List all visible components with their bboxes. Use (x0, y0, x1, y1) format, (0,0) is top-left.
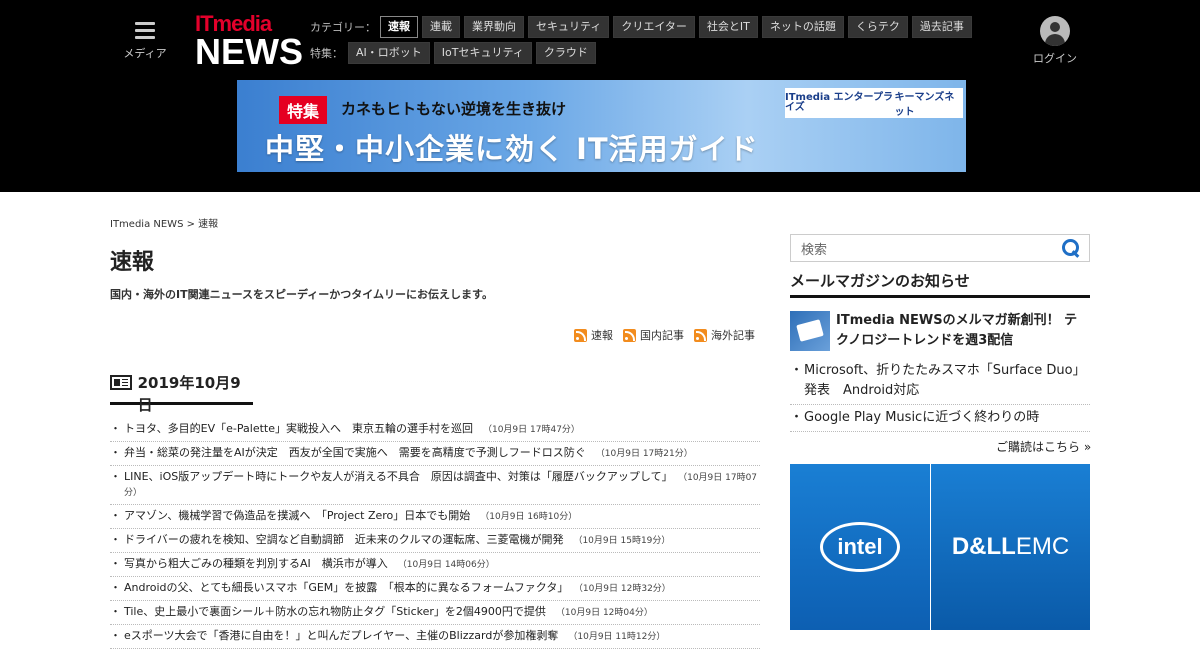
rss-feed-label: 海外記事 (711, 329, 755, 342)
list-item[interactable]: Tile、史上最小で裏面シール＋防水の忘れ物防止タグ「Sticker」を2個49… (110, 601, 760, 625)
list-item[interactable]: eスポーツ大会で「香港に自由を！」と叫んだプレイヤー、主催のBlizzardが参… (110, 625, 760, 649)
hamburger-icon (135, 22, 155, 39)
nav-category-kuratech[interactable]: くらテク (847, 16, 908, 38)
nav-category-sokuho[interactable]: 速報 (380, 16, 418, 38)
news-time: （10月9日 14時06分） (397, 560, 495, 570)
search-box[interactable]: 検索 (790, 234, 1090, 262)
nav-feature-iot[interactable]: IoTセキュリティ (433, 42, 532, 64)
intel-logo-text: intel (820, 522, 900, 572)
news-title[interactable]: 弁当・総菜の発注量をAIが決定 西友が全国で実施へ 需要を高精度で予測しフードロ… (124, 446, 586, 459)
nav-category-security[interactable]: セキュリティ (528, 16, 610, 38)
rss-feed-overseas[interactable]: 海外記事 (694, 327, 755, 343)
nav-feature-cloud[interactable]: クラウド (535, 42, 596, 64)
category-nav: カテゴリー： 速報 連載 業界動向 セキュリティ クリエイター 社会とIT ネッ… (310, 16, 976, 38)
user-icon (1040, 16, 1070, 46)
nav-category-net[interactable]: ネットの話題 (761, 16, 844, 38)
news-time: （10月9日 12時04分） (555, 608, 653, 618)
sidebar-ad[interactable]: intel D&LL EMC (790, 464, 1090, 630)
emc-logo-text: EMC (1015, 533, 1070, 560)
sponsor-keymans: キーマンズネット (894, 92, 955, 118)
search-icon[interactable] (1061, 238, 1081, 258)
list-item[interactable]: Google Play Musicに近づく終わりの時 (790, 405, 1090, 432)
media-menu-button[interactable]: メディア (120, 22, 170, 61)
list-item[interactable]: ドライバーの疲れを検知、空調など自動調節 近未来のクルマの運転席、三菱電機が開発… (110, 529, 760, 553)
news-time: （10月9日 15時19分） (573, 536, 671, 546)
list-item[interactable]: Microsoft、折りたたみスマホ「Surface Duo」発表 Androi… (790, 358, 1090, 405)
news-time: （10月9日 16時10分） (480, 512, 578, 522)
page-lead: 国内・海外のIT関連ニュースをスピーディーかつタイムリーにお伝えします。 (110, 288, 493, 301)
news-title[interactable]: トヨタ、多目的EV「e-Palette」実戦投入へ 東京五輪の選手村を巡回 (124, 422, 473, 435)
banner-tag: 特集 (279, 96, 328, 124)
intel-logo: intel (790, 464, 931, 630)
breadcrumb[interactable]: ITmedia NEWS > 速報 (110, 215, 218, 230)
nav-category-industry[interactable]: 業界動向 (464, 16, 524, 38)
newspaper-icon (110, 375, 132, 390)
site-header: メディア ITmedia NEWS カテゴリー： 速報 連載 業界動向 セキュリ… (0, 0, 1200, 192)
news-title[interactable]: 写真から粗大ごみの種類を判別するAI 横浜市が導入 (124, 557, 388, 570)
page-title: 速報 (110, 250, 155, 275)
list-item[interactable]: アマゾン、機械学習で偽造品を撲滅へ 「Project Zero」日本でも開始 （1… (110, 505, 760, 529)
news-title[interactable]: ドライバーの疲れを検知、空調など自動調節 近未来のクルマの運転席、三菱電機が開発 (124, 533, 563, 546)
nav-category-society[interactable]: 社会とIT (698, 16, 758, 38)
search-input[interactable]: 検索 (791, 239, 1061, 258)
rss-icon (623, 328, 636, 342)
subscribe-link[interactable]: ご購読はこちら » (996, 438, 1091, 455)
sponsor-itmedia-enterprise: ITmedia エンタープライズ (785, 92, 893, 113)
list-item[interactable]: Androidの父、とても細長いスマホ「GEM」を披露 「根本的に異なるフォーム… (110, 577, 760, 601)
mail-magazine-promo-text[interactable]: ITmedia NEWSのメルマガ新創刊！ テクノロジートレンドを週3配信 (836, 311, 1090, 351)
logo-news: NEWS (195, 31, 303, 72)
news-list: トヨタ、多目的EV「e-Palette」実戦投入へ 東京五輪の選手村を巡回 （10… (110, 418, 760, 649)
news-time: （10月9日 12時32分） (578, 584, 671, 594)
rss-feed-label: 速報 (591, 329, 613, 342)
news-time: （10月9日 11時12分） (568, 632, 666, 642)
banner-headline: 中堅・中小企業に効く IT活用ガイド (265, 132, 759, 166)
mail-magazine-title: メールマガジンのお知らせ (790, 270, 1090, 298)
banner-subtitle: カネもヒトもない逆境を生き抜け (341, 100, 567, 118)
news-title[interactable]: アマゾン、機械学習で偽造品を撲滅へ 「Project Zero」日本でも開始 (124, 509, 470, 522)
site-logo[interactable]: ITmedia NEWS (195, 12, 303, 72)
news-title[interactable]: eスポーツ大会で「香港に自由を！」と叫んだプレイヤー、主催のBlizzardが参… (124, 629, 558, 642)
news-time: （10月9日 17時21分） (595, 449, 693, 459)
list-item[interactable]: 写真から粗大ごみの種類を判別するAI 横浜市が導入 （10月9日 14時06分） (110, 553, 760, 577)
media-menu-label: メディア (123, 47, 167, 60)
feature-label: 特集： (310, 47, 343, 60)
feature-banner[interactable]: 特集 カネもヒトもない逆境を生き抜け 中堅・中小企業に効く IT活用ガイド IT… (237, 80, 966, 172)
list-item[interactable]: LINE、iOS版アップデート時にトークや友人が消える不具合 原因は調査中、対策… (110, 466, 760, 505)
dellemc-logo: D&LL EMC (931, 464, 1090, 630)
category-label: カテゴリー： (310, 21, 376, 34)
nav-category-archive[interactable]: 過去記事 (911, 16, 972, 38)
rss-feed-domestic[interactable]: 国内記事 (623, 327, 684, 343)
dell-logo-text: D&LL (951, 533, 1016, 560)
list-item[interactable]: トヨタ、多目的EV「e-Palette」実戦投入へ 東京五輪の選手村を巡回 （10… (110, 418, 760, 442)
news-title[interactable]: Tile、史上最小で裏面シール＋防水の忘れ物防止タグ「Sticker」を2個49… (124, 605, 546, 618)
login-button[interactable]: ログイン (1030, 16, 1080, 66)
feature-nav: 特集： AI・ロボット IoTセキュリティ クラウド (310, 42, 600, 64)
news-title[interactable]: Androidの父、とても細長いスマホ「GEM」を披露 「根本的に異なるフォーム… (124, 581, 568, 594)
nav-category-rensai[interactable]: 連載 (422, 16, 460, 38)
date-heading: 2019年10月9日 (110, 372, 253, 414)
nav-feature-ai[interactable]: AI・ロボット (348, 42, 430, 64)
rss-feed-label: 国内記事 (640, 329, 684, 342)
rss-icon (694, 328, 707, 342)
list-item[interactable]: 弁当・総菜の発注量をAIが決定 西友が全国で実施へ 需要を高精度で予測しフードロ… (110, 442, 760, 466)
mail-magazine-promo[interactable]: ITmedia NEWSのメルマガ新創刊！ テクノロジートレンドを週3配信 (790, 311, 1090, 351)
rss-feeds: 速報 国内記事 海外記事 (574, 327, 765, 343)
login-label: ログイン (1033, 52, 1077, 65)
mail-magazine-list: Microsoft、折りたたみスマホ「Surface Duo」発表 Androi… (790, 358, 1090, 432)
mail-icon (790, 311, 830, 351)
news-time: （10月9日 17時47分） (482, 425, 580, 435)
rss-feed-sokuho[interactable]: 速報 (574, 327, 613, 343)
news-title[interactable]: LINE、iOS版アップデート時にトークや友人が消える不具合 原因は調査中、対策… (124, 470, 673, 483)
nav-category-creator[interactable]: クリエイター (613, 16, 695, 38)
banner-sponsors: ITmedia エンタープライズ キーマンズネット (785, 88, 963, 118)
rss-icon (574, 328, 587, 342)
date-heading-text: 2019年10月9日 (137, 374, 241, 414)
